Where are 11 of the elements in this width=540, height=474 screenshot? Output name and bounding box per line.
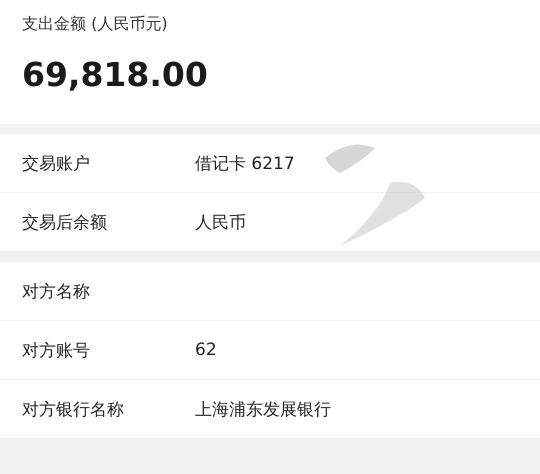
field-label: 对方银行名称 — [22, 398, 125, 420]
field-label: 交易后余额 — [22, 212, 108, 234]
amount-value: 69,818.00 — [22, 55, 209, 94]
field-label: 对方账号 — [22, 340, 91, 362]
field-value: 借记卡 6217 — [195, 152, 295, 174]
field-value: 62 — [195, 340, 217, 360]
field-value: 人民币 — [195, 212, 246, 234]
field-value: 上海浦东发展银行 — [195, 398, 331, 420]
amount-label: 支出金额 (人民币元) — [22, 14, 169, 35]
field-label: 对方名称 — [22, 280, 91, 302]
field-label: 交易账户 — [22, 152, 91, 174]
